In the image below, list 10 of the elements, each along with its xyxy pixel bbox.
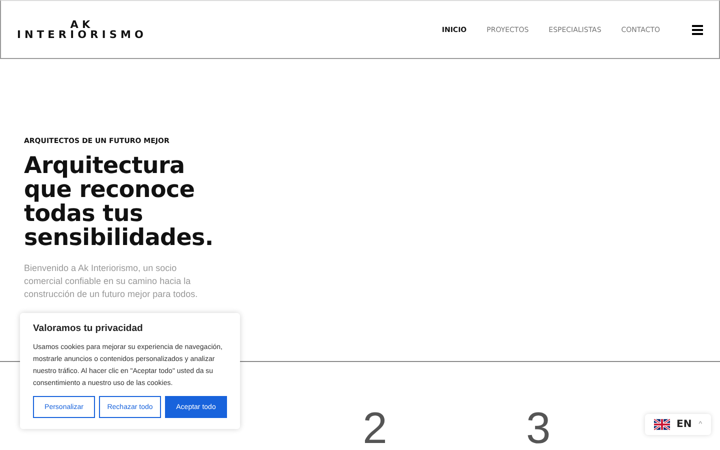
language-code: EN: [676, 419, 692, 430]
logo-text[interactable]: INTERIORISMO: [17, 30, 148, 40]
step-number: 2: [362, 407, 388, 450]
logo-text[interactable]: AK: [70, 20, 94, 30]
cookie-title: Valoramos tu privacidad: [33, 323, 144, 334]
step-number: 3: [525, 407, 552, 450]
hero-text: Bienvenido a Ak Interiorismo, un socio comercial confiable en su camino hacia la construcción de un futuro mejor para todos.: [24, 262, 199, 301]
menu-icon[interactable]: [692, 24, 703, 34]
hero-heading: Arquitectura que reconoce todas tus sensibilidades.: [24, 154, 214, 250]
flag-icon: [654, 419, 670, 430]
